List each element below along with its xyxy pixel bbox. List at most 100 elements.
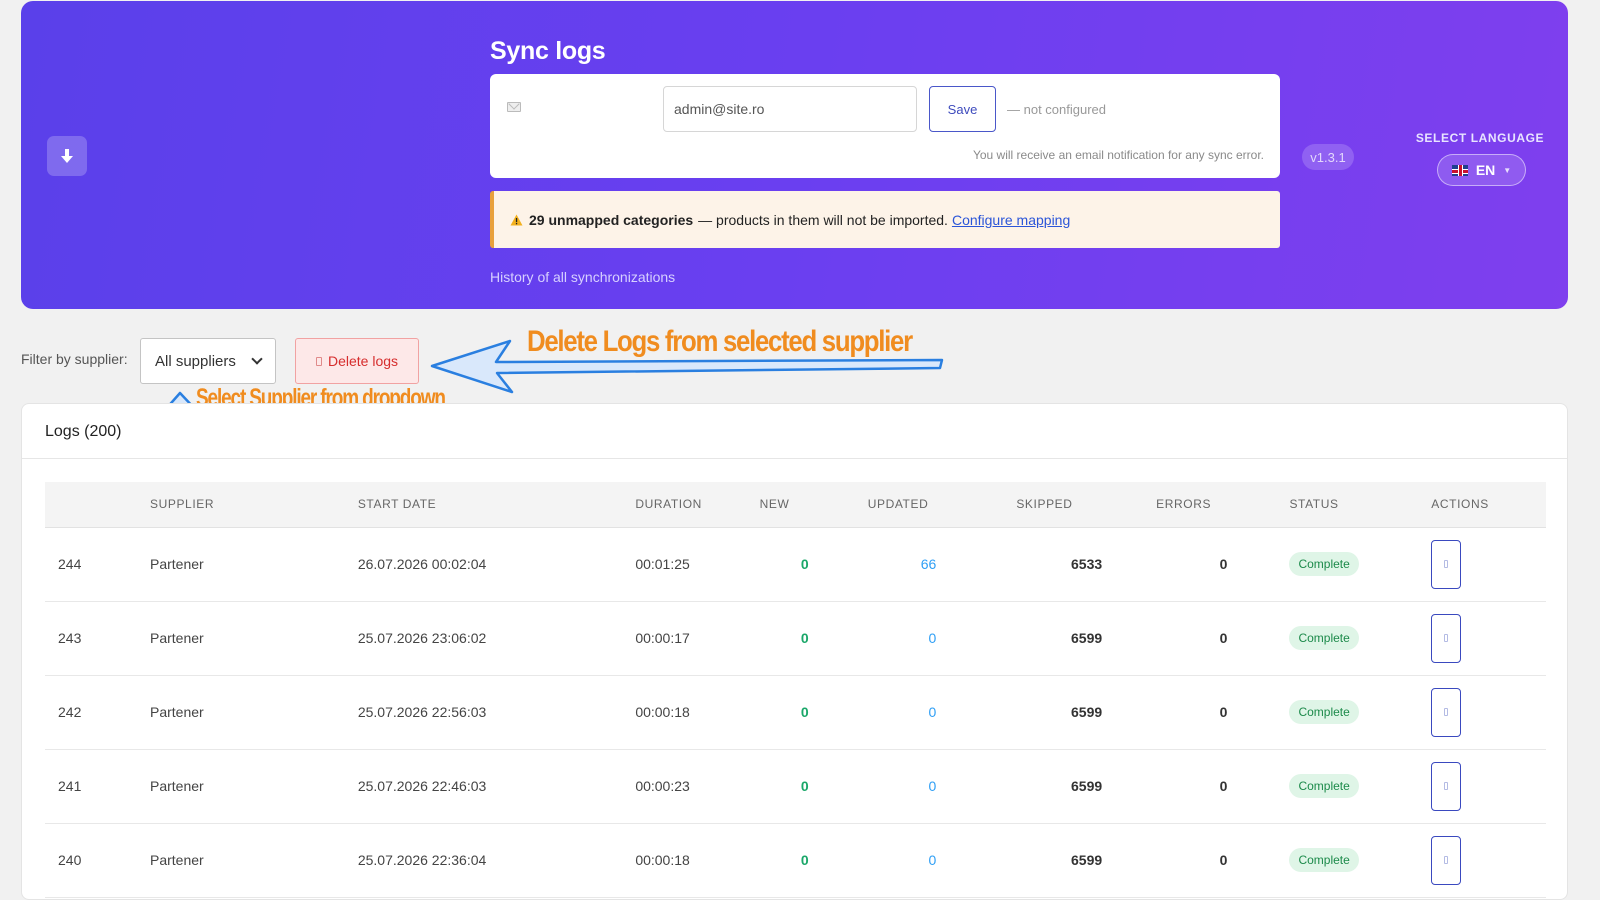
download-button[interactable] xyxy=(47,136,87,176)
delete-logs-button[interactable]: Delete logs xyxy=(295,338,419,384)
delete-row-button[interactable] xyxy=(1431,613,1462,663)
log-new: 0 xyxy=(759,527,837,602)
language-label: SELECT LANGUAGE xyxy=(1415,131,1545,145)
log-id: 242 xyxy=(45,675,150,750)
log-errors: 0 xyxy=(1114,749,1254,824)
config-status: — not configured xyxy=(1007,102,1107,117)
col-id xyxy=(45,482,150,528)
delete-row-button[interactable] xyxy=(1431,835,1462,885)
log-skipped: 6599 xyxy=(966,601,1115,676)
log-errors: 0 xyxy=(1114,601,1254,676)
log-skipped: 6599 xyxy=(966,675,1115,750)
col-errors[interactable]: ERRORS xyxy=(1114,482,1254,528)
delete-row-button[interactable] xyxy=(1431,687,1462,737)
configure-mapping-link[interactable]: Configure mapping xyxy=(952,212,1070,228)
table-row: 243 Partener 25.07.2026 23:06:02 00:00:1… xyxy=(45,601,1546,676)
col-updated[interactable]: UPDATED xyxy=(836,482,967,528)
mail-icon xyxy=(507,102,521,112)
language-selector[interactable]: EN ▼ xyxy=(1437,154,1526,186)
log-updated: 0 xyxy=(836,675,967,750)
log-id: 240 xyxy=(45,823,150,898)
status-badge: Complete xyxy=(1289,700,1359,724)
log-skipped: 6599 xyxy=(966,749,1115,824)
log-supplier: Partener xyxy=(149,823,358,898)
filter-label: Filter by supplier: xyxy=(21,351,128,367)
unmapped-warning: 29 unmapped categories — products in the… xyxy=(490,191,1280,248)
log-supplier: Partener xyxy=(149,675,358,750)
log-duration: 00:00:23 xyxy=(635,749,760,824)
log-skipped: 6533 xyxy=(966,527,1115,602)
log-supplier: Partener xyxy=(149,749,358,824)
col-start-date[interactable]: START DATE xyxy=(357,482,636,528)
delete-hint-annotation: Delete Logs from selected supplier xyxy=(527,325,913,358)
supplier-dropdown[interactable]: All suppliers xyxy=(140,338,276,384)
col-status[interactable]: STATUS xyxy=(1253,482,1432,528)
trash-icon xyxy=(1444,856,1449,864)
table-row: 240 Partener 25.07.2026 22:36:04 00:00:1… xyxy=(45,823,1546,898)
email-settings-card: Save — not configured You will receive a… xyxy=(490,74,1280,178)
logs-divider xyxy=(22,458,1567,459)
log-supplier: Partener xyxy=(149,527,358,602)
status-badge: Complete xyxy=(1289,848,1359,872)
log-updated: 0 xyxy=(836,823,967,898)
log-supplier: Partener xyxy=(149,601,358,676)
download-icon xyxy=(61,149,73,163)
col-new[interactable]: NEW xyxy=(759,482,837,528)
email-input[interactable] xyxy=(663,86,917,132)
supplier-selected: All suppliers xyxy=(155,352,236,370)
log-id: 241 xyxy=(45,749,150,824)
logs-title: Logs (200) xyxy=(45,423,122,440)
table-row: 244 Partener 26.07.2026 00:02:04 00:01:2… xyxy=(45,527,1546,602)
status-badge: Complete xyxy=(1289,774,1359,798)
language-value: EN xyxy=(1475,162,1496,178)
col-duration[interactable]: DURATION xyxy=(635,482,760,528)
col-supplier[interactable]: SUPPLIER xyxy=(149,482,358,528)
uk-flag-icon xyxy=(1451,164,1468,176)
log-new: 0 xyxy=(759,749,837,824)
col-actions: ACTIONS xyxy=(1431,482,1546,528)
header-banner: Sync logs Save — not configured You will… xyxy=(21,1,1568,309)
log-duration: 00:00:18 xyxy=(635,675,760,750)
unmapped-count: 29 unmapped categories xyxy=(529,211,694,228)
log-updated: 0 xyxy=(836,601,967,676)
log-duration: 00:01:25 xyxy=(635,527,760,602)
delete-row-button[interactable] xyxy=(1431,761,1462,811)
log-start-date: 25.07.2026 23:06:02 xyxy=(357,601,636,676)
log-start-date: 25.07.2026 22:46:03 xyxy=(357,749,636,824)
table-row: 241 Partener 25.07.2026 22:46:03 00:00:2… xyxy=(45,749,1546,824)
log-start-date: 25.07.2026 22:56:03 xyxy=(357,675,636,750)
logs-table: SUPPLIER START DATE DURATION NEW UPDATED… xyxy=(45,482,1546,898)
warning-message: — products in them will not be imported. xyxy=(698,211,948,228)
delete-row-button[interactable] xyxy=(1431,539,1462,589)
log-new: 0 xyxy=(759,823,837,898)
log-start-date: 25.07.2026 22:36:04 xyxy=(357,823,636,898)
log-new: 0 xyxy=(759,601,837,676)
save-button[interactable]: Save xyxy=(929,86,996,132)
log-id: 243 xyxy=(45,601,150,676)
log-updated: 0 xyxy=(836,749,967,824)
log-errors: 0 xyxy=(1114,823,1254,898)
table-header-row: SUPPLIER START DATE DURATION NEW UPDATED… xyxy=(45,482,1546,528)
log-new: 0 xyxy=(759,675,837,750)
trash-icon xyxy=(315,356,322,366)
log-id: 244 xyxy=(45,527,150,602)
col-skipped[interactable]: SKIPPED xyxy=(966,482,1115,528)
chevron-down-icon xyxy=(251,353,263,365)
log-updated: 66 xyxy=(836,527,967,602)
log-duration: 00:00:17 xyxy=(635,601,760,676)
log-errors: 0 xyxy=(1114,527,1254,602)
status-badge: Complete xyxy=(1289,626,1359,650)
trash-icon xyxy=(1444,634,1449,642)
trash-icon xyxy=(1444,708,1449,716)
warning-icon xyxy=(510,214,523,225)
status-badge: Complete xyxy=(1289,552,1359,576)
logs-panel: Logs (200) SUPPLIER START DATE DURATION … xyxy=(21,403,1568,900)
page-title: Sync logs xyxy=(490,37,606,65)
table-row: 242 Partener 25.07.2026 22:56:03 00:00:1… xyxy=(45,675,1546,750)
log-start-date: 26.07.2026 00:02:04 xyxy=(357,527,636,602)
caret-down-icon: ▼ xyxy=(1503,165,1512,175)
log-skipped: 6599 xyxy=(966,823,1115,898)
version-badge: v1.3.1 xyxy=(1302,144,1354,170)
log-errors: 0 xyxy=(1114,675,1254,750)
notify-text: You will receive an email notification f… xyxy=(972,148,1264,162)
